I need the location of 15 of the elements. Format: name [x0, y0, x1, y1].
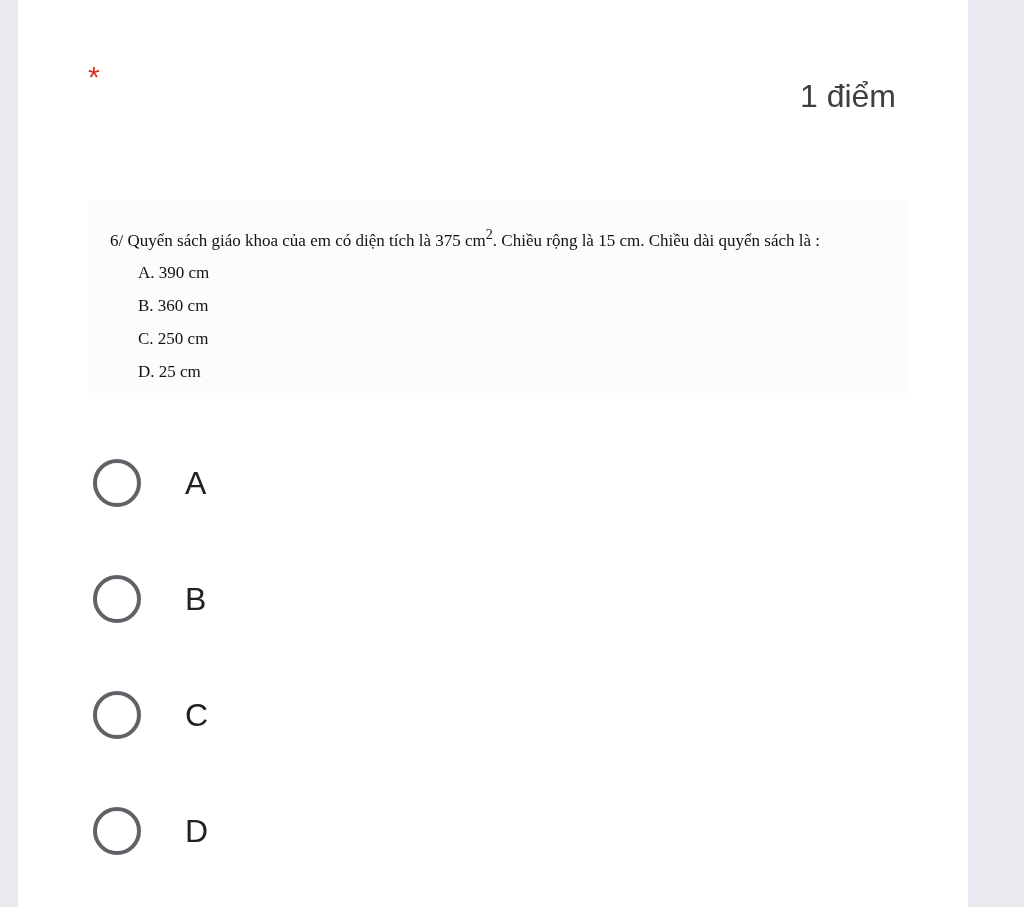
option-label[interactable]: D — [185, 812, 209, 850]
radio-button[interactable] — [93, 575, 141, 624]
radio-button[interactable] — [93, 691, 141, 740]
option-label[interactable]: A — [185, 464, 207, 502]
option-label[interactable]: C — [185, 696, 209, 734]
choice-text: B. 360 cm — [138, 295, 210, 317]
radio-button[interactable] — [93, 459, 141, 508]
required-mark: * — [88, 62, 100, 92]
choice-text: D. 25 cm — [138, 361, 202, 384]
question-text: 6/ Quyển sách giáo khoa của em có diện tích là 375 cm$^{2}$. Chiều rộng là 15 cm. Chiều dài quyển sách là : — [110, 226, 822, 251]
option-label[interactable]: B — [185, 580, 207, 618]
points-label: 1 điểm — [799, 78, 896, 115]
choice-text: A. 390 cm — [138, 261, 211, 284]
choice-text: C. 250 cm — [138, 328, 210, 351]
radio-button[interactable] — [93, 807, 141, 856]
